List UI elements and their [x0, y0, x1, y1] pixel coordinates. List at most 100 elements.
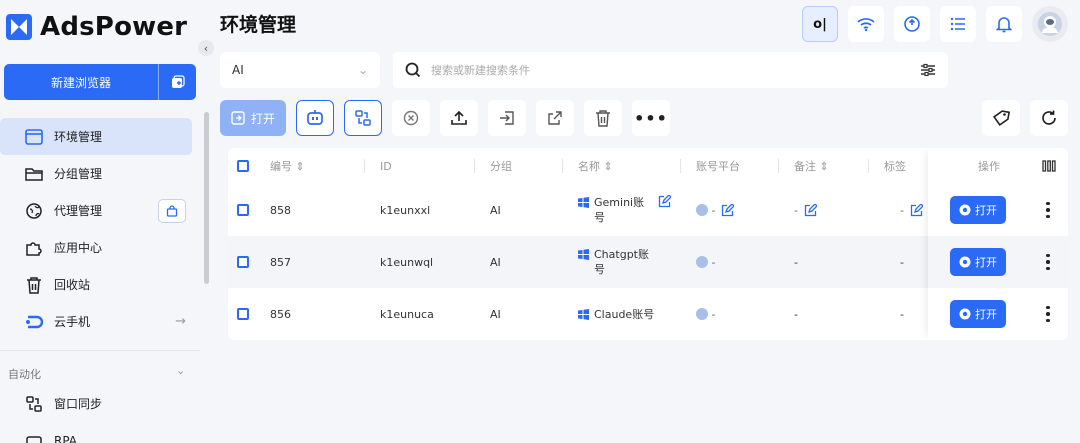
adspower-logo-icon [6, 14, 32, 40]
col-id: ID [380, 159, 392, 173]
edit-icon[interactable] [804, 203, 817, 217]
list-icon [950, 17, 965, 31]
update-button[interactable] [894, 6, 930, 42]
share-button[interactable] [536, 100, 574, 136]
rpa-icon [24, 431, 44, 443]
edit-icon[interactable] [658, 195, 671, 208]
chevron-down-icon[interactable]: ⌄ [176, 364, 185, 377]
notifications-button[interactable] [986, 6, 1022, 42]
column-settings-icon[interactable] [1042, 160, 1056, 172]
close-circle-icon [403, 110, 419, 126]
automation-button[interactable] [296, 100, 334, 136]
col-notes-label: 备注 [794, 160, 816, 173]
col-name-label: 名称 [578, 160, 600, 173]
sidebar-item-app-center[interactable]: 应用中心 [0, 229, 200, 266]
cell-name: Gemini账号 [578, 195, 678, 225]
sidebar-item-rpa[interactable]: RPA [0, 422, 200, 443]
sync-icon [904, 16, 920, 32]
open-selected-button[interactable]: 打开 [220, 100, 286, 136]
more-vertical-icon [1046, 253, 1050, 271]
move-to-group-button[interactable] [488, 100, 526, 136]
proxy-shop-button[interactable] [158, 198, 186, 223]
more-vertical-icon [1046, 305, 1050, 323]
edit-icon[interactable] [721, 203, 735, 217]
row-open-button[interactable]: 打开 [950, 300, 1006, 328]
collapse-sidebar-button[interactable]: ‹ [198, 40, 214, 56]
sidebar-item-window-sync[interactable]: 窗口同步 [0, 385, 200, 422]
more-horizontal-icon: ••• [634, 108, 668, 128]
row-more-button[interactable] [1046, 305, 1050, 323]
col-name[interactable]: 名称 ⇕ [578, 158, 613, 174]
col-notes[interactable]: 备注 ⇕ [794, 158, 829, 174]
sidebar-item-cloud-phone[interactable]: 云手机 → [0, 303, 200, 340]
col-platform: 账号平台 [696, 160, 740, 173]
cell-notes: - [794, 255, 798, 269]
cell-number: 857 [270, 255, 291, 269]
top-icon-bar: o| [802, 6, 1068, 42]
sidebar-item-label: RPA [54, 433, 78, 443]
row-open-button[interactable]: 打开 [950, 196, 1006, 224]
sidebar-item-groups[interactable]: 分组管理 [0, 155, 200, 192]
row-checkbox[interactable] [237, 308, 249, 320]
brand-name: AdsPower [40, 12, 188, 42]
cell-tags-text: - [900, 203, 904, 217]
group-select-value: AI [232, 63, 244, 77]
row-open-button[interactable]: 打开 [950, 248, 1006, 276]
sidebar-item-profiles[interactable]: 环境管理 [0, 118, 192, 155]
table-row[interactable]: 858 k1eunxxl AI Gemini账号 - - - 打开 [228, 184, 1068, 236]
tag-icon [992, 110, 1010, 127]
user-avatar[interactable] [1032, 6, 1068, 42]
upload-button[interactable] [440, 100, 478, 136]
ol-button[interactable]: o| [802, 6, 838, 42]
sidebar-item-trash[interactable]: 回收站 [0, 266, 200, 303]
batch-add-button[interactable] [158, 64, 196, 100]
row-checkbox[interactable] [237, 204, 249, 216]
tag-button[interactable] [982, 100, 1020, 136]
chrome-icon [959, 204, 971, 216]
cell-group: AI [490, 255, 501, 269]
row-checkbox[interactable] [237, 256, 249, 268]
group-select[interactable]: AI ⌄ [220, 52, 380, 88]
network-button[interactable] [848, 6, 884, 42]
close-browser-button[interactable] [392, 100, 430, 136]
cell-id: k1eunxxl [380, 203, 431, 217]
main-area: 环境管理 o| AI ⌄ 打开 [220, 0, 1080, 443]
sidebar-item-proxies[interactable]: 代理管理 [0, 192, 200, 229]
refresh-button[interactable] [1030, 100, 1068, 136]
col-number[interactable]: 编号 ⇕ [270, 158, 305, 174]
select-all-checkbox[interactable] [237, 160, 249, 172]
cell-tags: - [900, 255, 904, 269]
table-row[interactable]: 857 k1eunwql AI Chatgpt账号 - - - 打开 [228, 236, 1068, 288]
windows-logo-icon [578, 197, 589, 208]
new-browser-button[interactable]: 新建浏览器 [4, 64, 196, 100]
sidebar-divider [0, 350, 200, 351]
trash-icon [24, 275, 44, 295]
cell-notes: - [794, 203, 817, 217]
chevron-left-icon: ‹ [203, 41, 209, 55]
row-more-button[interactable] [1046, 201, 1050, 219]
sidebar-scrollbar[interactable] [204, 112, 209, 284]
col-tags: 标签 [884, 160, 906, 173]
cell-notes-text: - [794, 203, 798, 217]
filter-settings-icon[interactable] [920, 63, 936, 77]
logo[interactable]: AdsPower [6, 12, 187, 42]
delete-button[interactable] [584, 100, 622, 136]
more-actions-button[interactable]: ••• [632, 100, 670, 136]
refresh-icon [1042, 110, 1056, 125]
folder-icon [24, 164, 44, 184]
edit-icon[interactable] [910, 203, 923, 217]
cell-number: 856 [270, 307, 291, 321]
automation-section-label: 自动化 [8, 368, 41, 381]
cell-platform: - [696, 203, 735, 217]
search-input[interactable] [431, 63, 910, 77]
window-sync-button[interactable] [344, 100, 382, 136]
row-more-button[interactable] [1046, 253, 1050, 271]
more-vertical-icon [1046, 201, 1050, 219]
shopping-bag-icon [166, 204, 178, 217]
arrow-right-icon: → [175, 314, 186, 329]
sidebar-item-label: 环境管理 [54, 130, 103, 144]
task-list-button[interactable] [940, 6, 976, 42]
astronaut-avatar-icon [1038, 12, 1062, 36]
table-row[interactable]: 856 k1eunuca AI Claude账号 - - - 打开 [228, 288, 1068, 340]
cell-number: 858 [270, 203, 291, 217]
